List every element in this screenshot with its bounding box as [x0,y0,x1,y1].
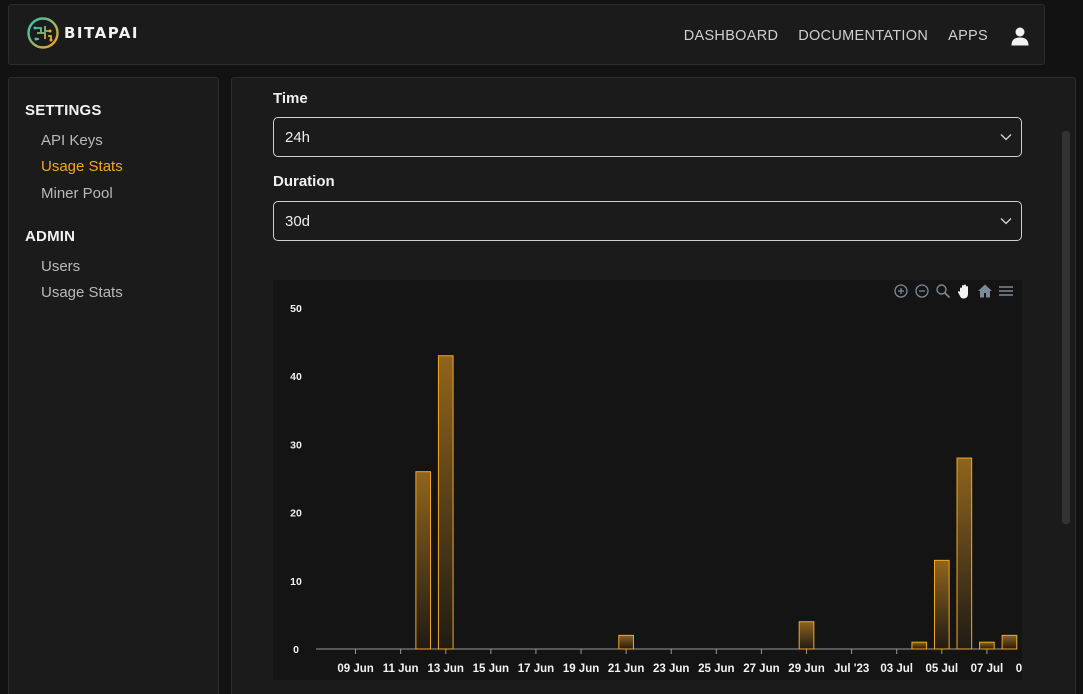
chevron-down-icon [1000,134,1012,141]
duration-label: Duration [273,173,335,190]
duration-select-value: 30d [285,213,311,230]
sidebar-heading-settings: SETTINGS [25,102,102,119]
sidebar-heading-admin: ADMIN [25,228,76,245]
x-tick-label: 23 Jun [653,663,689,675]
bar [979,641,995,650]
circuit-globe-logo-icon [27,17,59,49]
zoom-in-icon[interactable] [893,283,909,299]
x-tick-label: 27 Jun [743,663,779,675]
y-tick-label: 20 [290,508,302,520]
sidebar-item-miner-pool[interactable]: Miner Pool [41,185,113,202]
home-icon[interactable] [977,283,993,299]
bar [956,457,973,650]
chart-toolbar [893,283,1014,299]
time-select[interactable]: 24h [273,117,1022,157]
x-tick-label: 19 Jun [563,663,599,675]
x-tick-label: 29 Jun [788,663,824,675]
time-select-value: 24h [285,129,311,146]
x-tick-label: 09 Jul [1016,663,1022,675]
time-label: Time [273,90,308,107]
menu-icon[interactable] [998,283,1014,299]
brand-logo[interactable]: BITAPAI [26,16,139,50]
y-tick-label: 10 [290,576,302,588]
sidebar-item-api-keys[interactable]: API Keys [41,132,103,149]
y-tick-label: 0 [293,644,299,656]
sidebar-item-users[interactable]: Users [41,258,80,275]
bar [911,641,928,650]
bar [798,621,815,650]
usage-stats-panel: Time 24h Duration 30d 0 10 20 30 40 50 09 Jun 1… [231,77,1076,694]
pan-hand-icon[interactable] [956,283,972,299]
zoom-out-icon[interactable] [914,283,930,299]
x-tick-label: 09 Jun [337,663,373,675]
y-tick-label: 30 [290,439,302,451]
bar [415,471,432,650]
bar [618,634,634,650]
x-tick-label: 07 Jul [971,663,1004,675]
sidebar-item-usage-stats[interactable]: Usage Stats [41,158,123,175]
x-tick-label: 05 Jul [926,663,959,675]
brand-name: BITAPAI [64,24,139,42]
x-tick-label: 17 Jun [518,663,554,675]
main-nav: DASHBOARD DOCUMENTATION APPS [684,5,1044,66]
x-tick-label: 03 Jul [880,663,913,675]
magnifier-icon[interactable] [935,283,951,299]
x-tick-label: 25 Jun [698,663,734,675]
x-tick-label: 11 Jun [383,663,419,675]
usage-chart: 0 10 20 30 40 50 09 Jun 11 Jun 13 Jun 15 Jun 17 Ju… [273,280,1022,680]
top-navbar: BITAPAI DASHBOARD DOCUMENTATION APPS [8,4,1045,65]
sidebar-item-admin-usage-stats[interactable]: Usage Stats [41,284,123,301]
nav-dashboard-link[interactable]: DASHBOARD [684,28,779,44]
y-tick-label: 50 [290,303,302,315]
x-tick-label: 15 Jun [473,663,509,675]
y-tick-label: 40 [290,371,302,383]
nav-apps-link[interactable]: APPS [948,28,988,44]
user-icon[interactable] [1010,26,1030,46]
bar [437,355,454,650]
duration-select[interactable]: 30d [273,201,1022,241]
usage-bar-chart: 0 10 20 30 40 50 09 Jun 11 Jun 13 Jun 15 Jun 17 Ju… [290,303,1022,675]
bar [933,559,950,650]
x-tick-label: 13 Jun [428,663,464,675]
panel-scrollbar-thumb[interactable] [1062,131,1070,524]
x-tick-label: Jul '23 [834,663,869,675]
panel-scrollbar[interactable] [1060,78,1070,694]
nav-documentation-link[interactable]: DOCUMENTATION [798,28,928,44]
x-tick-label: 21 Jun [608,663,644,675]
settings-sidebar: SETTINGS API Keys Usage Stats Miner Pool… [8,77,219,694]
bar [1001,634,1018,650]
chevron-down-icon [1000,218,1012,225]
